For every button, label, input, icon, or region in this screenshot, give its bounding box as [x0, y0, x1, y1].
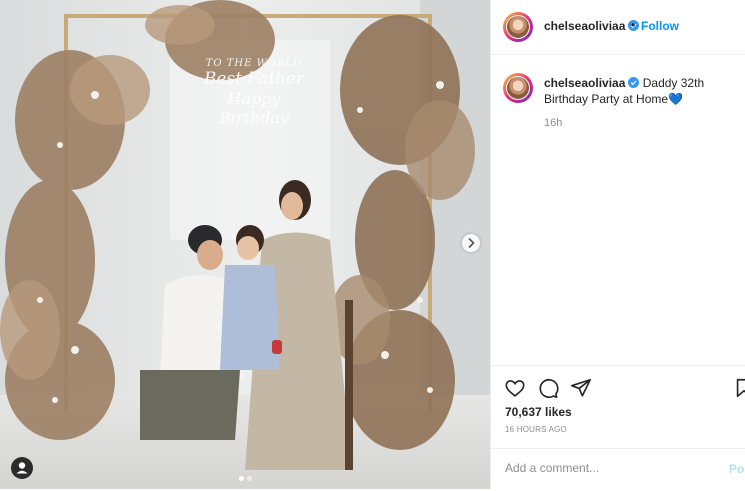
carousel-indicator: [239, 468, 255, 486]
next-photo-button[interactable]: [462, 234, 480, 252]
follow-button[interactable]: Follow: [641, 19, 679, 33]
like-icon[interactable]: [504, 377, 526, 399]
save-icon[interactable]: [733, 377, 745, 399]
sign-line-1: TO THE WORLD: [205, 58, 303, 69]
post-timestamp[interactable]: 16 HOURS AGO: [505, 425, 567, 434]
action-bar: 70,637 likes 16 HOURS AGO Po: [491, 365, 745, 490]
caption-username-text[interactable]: chelseaoliviaa: [544, 76, 625, 90]
post-header: chelseaoliviaa • Follow: [491, 0, 745, 55]
caption-username[interactable]: chelseaoliviaa: [544, 76, 640, 90]
avatar[interactable]: [503, 12, 533, 42]
caption-avatar[interactable]: [503, 73, 533, 103]
comment-input[interactable]: [505, 461, 705, 475]
user-tags-button[interactable]: [11, 457, 33, 479]
carousel-dot-active: [239, 476, 244, 481]
blue-heart-emoji: 💙: [668, 92, 684, 106]
post-side-panel: chelseaoliviaa • Follow chelseaoliviaa D…: [490, 0, 745, 489]
next-arrow-icon: [468, 238, 475, 248]
header-username[interactable]: chelseaoliviaa: [544, 19, 640, 33]
caption-text: chelseaoliviaa Daddy 32th Birthday Party…: [544, 75, 744, 107]
verified-icon: [628, 77, 640, 88]
sign-line-2: Best Father: [203, 69, 305, 89]
sign-text: TO THE WORLD Best Father Happy Birthday: [194, 58, 314, 127]
share-icon[interactable]: [570, 377, 592, 399]
comment-icon[interactable]: [537, 377, 559, 399]
carousel-dot: [247, 476, 252, 481]
caption-age[interactable]: 16h: [544, 117, 562, 129]
post-photo[interactable]: TO THE WORLD Best Father Happy Birthday: [0, 0, 490, 489]
comment-bar: Po: [491, 448, 745, 491]
sign-line-3: Happy Birthday: [218, 89, 290, 127]
separator-dot: •: [631, 18, 636, 32]
username-text[interactable]: chelseaoliviaa: [544, 19, 625, 33]
post-comment-button[interactable]: Po: [729, 462, 744, 476]
user-tag-icon: [16, 462, 28, 474]
likes-count[interactable]: 70,637 likes: [505, 405, 572, 419]
